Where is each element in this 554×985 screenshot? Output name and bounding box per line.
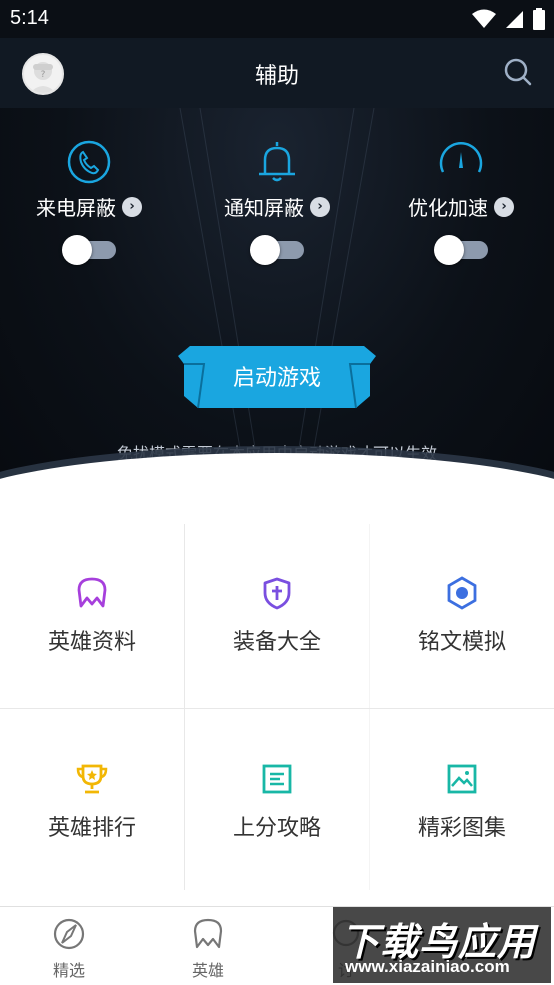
image-gallery-icon — [447, 764, 477, 794]
grid-label: 英雄资料 — [47, 630, 136, 655]
nav-featured[interactable]: 精选 — [19, 917, 119, 981]
watermark-logo: 下载鸟应用 www.xiazainiao.com — [333, 907, 551, 983]
grid-equipment[interactable]: 装备大全 — [185, 524, 369, 708]
feature-speed-optimize: 优化加速 › — [386, 138, 536, 265]
battery-icon — [533, 8, 545, 30]
speedometer-icon — [439, 142, 483, 173]
grid-hero-profile[interactable]: 英雄资料 — [0, 524, 184, 708]
shield-cross-icon — [263, 577, 291, 610]
phone-icon — [67, 140, 111, 184]
app-header: ? 辅助 — [0, 38, 554, 108]
watermark-url: www.xiazainiao.com — [345, 957, 510, 976]
start-game-label: 启动游戏 — [232, 366, 321, 391]
helmet-icon — [77, 577, 107, 608]
grid-hero-ranking[interactable]: 英雄排行 — [0, 710, 184, 894]
status-icons — [472, 8, 546, 30]
status-time: 5:14 — [10, 7, 49, 29]
compass-icon — [53, 918, 85, 950]
trophy-icon — [76, 764, 108, 794]
grid-rank-guide[interactable]: 上分攻略 — [185, 710, 369, 894]
status-bar: 5:14 — [0, 0, 554, 38]
feature-notification-block: 通知屏蔽 › — [202, 138, 352, 265]
grid-divider — [369, 524, 370, 890]
grid-label: 上分攻略 — [232, 816, 321, 841]
assist-panel: 来电屏蔽 › 通知屏蔽 › 优化加速 › 启动游戏 — [0, 108, 554, 518]
grid-divider — [184, 524, 185, 890]
chevron-right-icon: › — [494, 196, 514, 217]
grid-label: 装备大全 — [232, 630, 321, 655]
feature-speed-optimize-row[interactable]: 优化加速 › — [386, 192, 536, 221]
start-game-button[interactable]: 启动游戏 — [176, 344, 378, 410]
signal-icon — [506, 11, 523, 28]
grid-gallery[interactable]: 精彩图集 — [370, 710, 554, 894]
nav-label: 英雄 — [191, 961, 224, 980]
bell-icon — [259, 142, 295, 182]
page-title: 辅助 — [254, 64, 299, 89]
notification-block-toggle[interactable] — [250, 235, 304, 265]
search-icon[interactable] — [502, 56, 534, 88]
wifi-icon — [472, 9, 496, 28]
feature-label: 优化加速 — [408, 196, 488, 220]
chevron-right-icon: › — [310, 196, 330, 217]
grid-label: 精彩图集 — [417, 816, 506, 841]
feature-grid: 英雄资料 装备大全 铭文模拟 英雄排行 上分攻略 精彩图集 — [0, 524, 554, 894]
nav-heroes[interactable]: 英雄 — [158, 917, 258, 981]
feature-label: 通知屏蔽 — [224, 196, 304, 220]
call-block-toggle[interactable] — [62, 235, 116, 265]
nav-label: 精选 — [52, 961, 85, 980]
grid-label: 英雄排行 — [47, 816, 136, 841]
chevron-right-icon: › — [122, 196, 142, 217]
grid-label: 铭文模拟 — [417, 630, 506, 655]
document-icon — [262, 764, 292, 794]
feature-label: 来电屏蔽 — [36, 196, 116, 220]
speed-optimize-toggle[interactable] — [434, 235, 488, 265]
grid-divider — [0, 708, 554, 709]
grid-inscription[interactable]: 铭文模拟 — [370, 524, 554, 708]
helmet-icon — [193, 918, 223, 949]
feature-call-block: 来电屏蔽 › — [14, 138, 164, 265]
hexagon-gem-icon — [447, 576, 477, 610]
feature-notification-block-row[interactable]: 通知屏蔽 › — [202, 192, 352, 221]
feature-call-block-row[interactable]: 来电屏蔽 › — [14, 192, 164, 221]
